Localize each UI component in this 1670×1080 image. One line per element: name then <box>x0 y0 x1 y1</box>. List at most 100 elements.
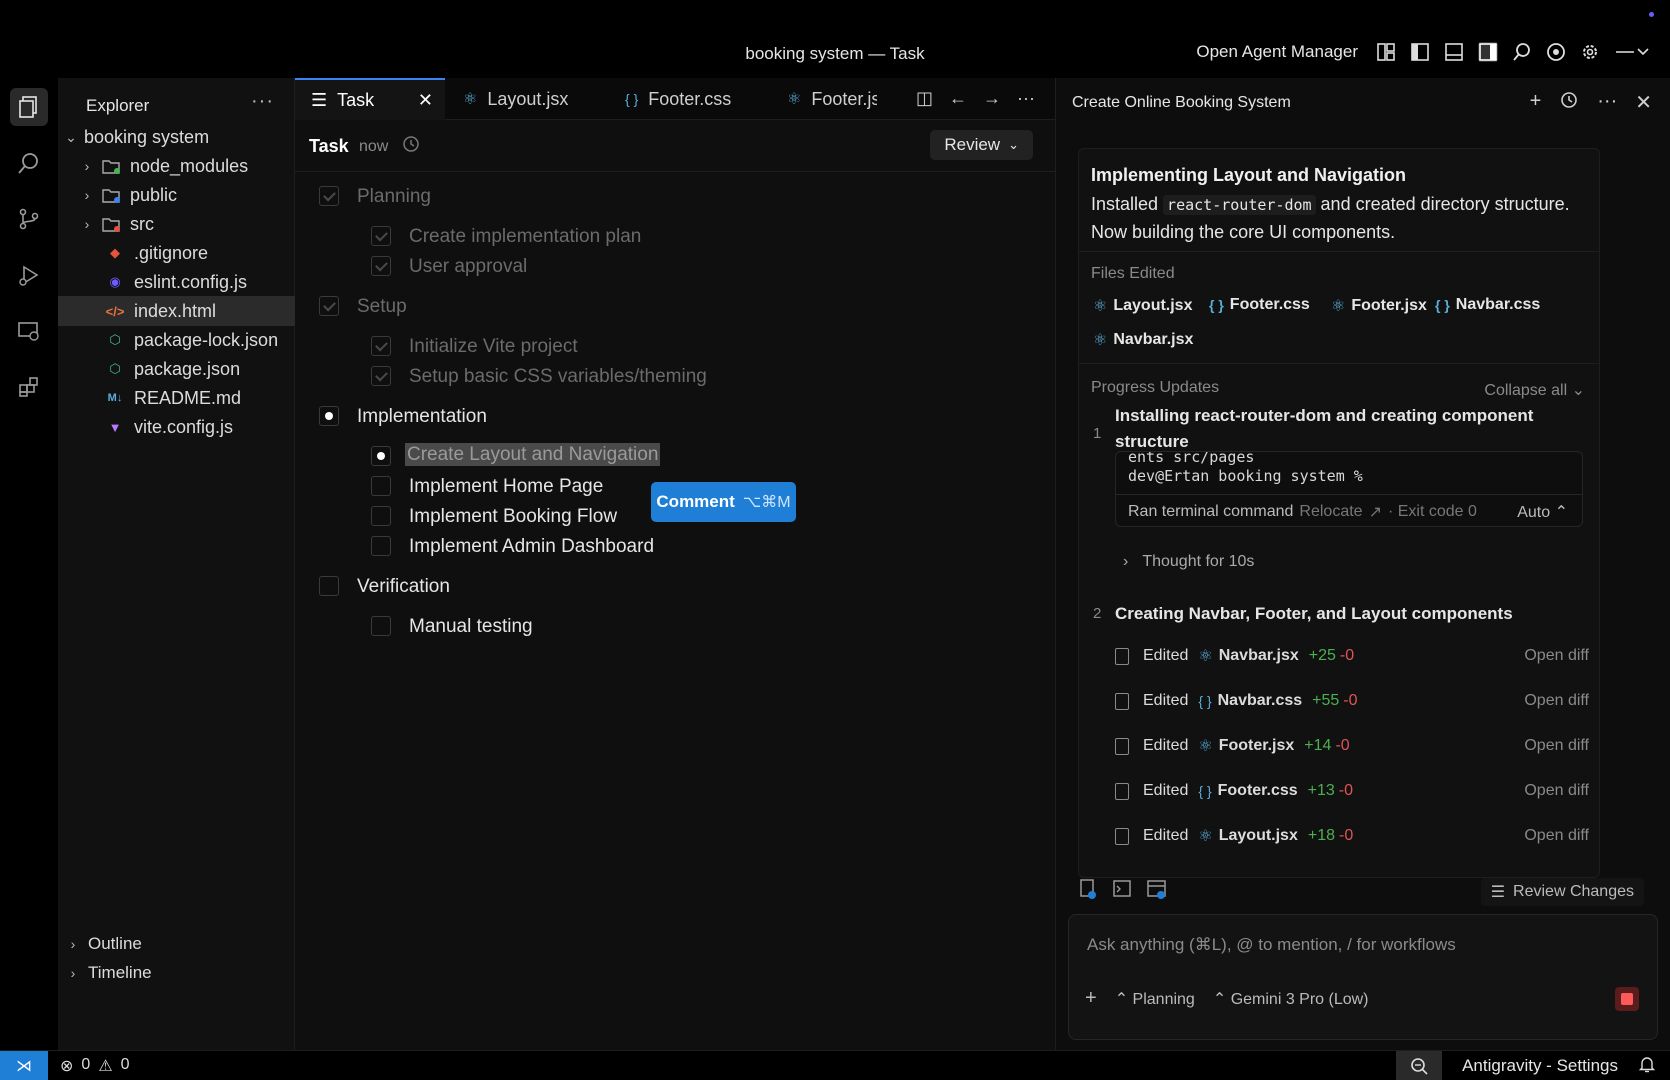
plus-icon[interactable]: + <box>1530 90 1542 116</box>
tree-folder-public[interactable]: › public <box>58 180 295 210</box>
tab-footer-jsx[interactable]: ⚛ Footer.js <box>771 78 877 120</box>
external-link-icon[interactable]: ↗ <box>1369 502 1382 522</box>
tree-file-package-lock[interactable]: ⬡ package-lock.json <box>58 325 295 355</box>
run-debug-icon[interactable] <box>10 256 48 294</box>
arrow-right-icon[interactable]: → <box>983 88 1001 109</box>
collapse-all-button[interactable]: Collapse all ⌄ <box>1484 380 1585 400</box>
search-icon[interactable] <box>1512 42 1532 62</box>
checkbox-implementation[interactable] <box>319 406 339 426</box>
checkbox-init-vite[interactable] <box>371 336 391 356</box>
timeline-section[interactable]: › Timeline <box>66 963 152 983</box>
card-description: Installed react-router-dom and created d… <box>1091 194 1570 242</box>
checkbox-admin-dashboard[interactable] <box>371 536 391 556</box>
remote-indicator[interactable]: ⋊ <box>0 1051 48 1080</box>
tree-file-index-html[interactable]: </> index.html <box>58 296 295 326</box>
chat-input-box[interactable]: Ask anything (⌘L), @ to mention, / for w… <box>1068 914 1658 1040</box>
file-chip[interactable]: ⚛ Layout.jsx <box>1093 296 1192 316</box>
extensions-icon[interactable] <box>10 368 48 406</box>
task-item: Create implementation plan <box>409 226 642 247</box>
outline-section[interactable]: › Outline <box>66 934 142 954</box>
file-chip[interactable]: { } Navbar.css <box>1435 296 1540 314</box>
comment-button[interactable]: Comment ⌥⌘M <box>651 482 796 522</box>
relocate-link[interactable]: Relocate <box>1299 503 1362 521</box>
tree-file-package-json[interactable]: ⬡ package.json <box>58 354 295 384</box>
browser-icon[interactable] <box>1546 42 1566 62</box>
chevron-up-icon: ⌃ <box>1114 990 1129 1008</box>
checkbox-user-approval[interactable] <box>371 256 391 276</box>
checkbox-planning[interactable] <box>319 186 339 206</box>
checkbox-home-page[interactable] <box>371 476 391 496</box>
tree-file-readme[interactable]: M↓ README.md <box>58 383 295 413</box>
plus-icon[interactable]: + <box>1085 987 1097 1010</box>
source-control-icon[interactable] <box>10 200 48 238</box>
tree-folder-node-modules[interactable]: › node_modules <box>58 151 295 181</box>
checkbox-setup[interactable] <box>319 296 339 316</box>
tree-root-booking-system[interactable]: ⌄ booking system <box>58 122 295 152</box>
tree-folder-src[interactable]: › src <box>58 209 295 239</box>
mode-selector[interactable]: ⌃ Planning <box>1115 989 1195 1009</box>
task-item: Initialize Vite project <box>409 336 578 357</box>
open-diff-button[interactable]: Open diff <box>1524 647 1589 665</box>
bell-icon[interactable] <box>1638 1055 1656 1078</box>
review-changes-button[interactable]: ☰ Review Changes <box>1480 878 1644 906</box>
tree-file-vite-config[interactable]: ▼ vite.config.js <box>58 412 295 442</box>
explorer-more-button[interactable]: ··· <box>251 90 274 113</box>
open-diff-button[interactable]: Open diff <box>1524 782 1589 800</box>
step-title: Installing react-router-dom and creating… <box>1115 406 1534 451</box>
account-menu-icon[interactable] <box>1614 42 1650 62</box>
zoom-icon[interactable] <box>1396 1051 1443 1080</box>
close-icon[interactable]: ✕ <box>1635 90 1652 116</box>
react-icon: ⚛ <box>1198 828 1213 845</box>
history-icon[interactable] <box>401 134 421 159</box>
toggle-panel-icon[interactable] <box>1444 42 1464 62</box>
tab-layout-jsx[interactable]: ⚛ Layout.jsx <box>447 78 607 120</box>
checkbox-booking-flow[interactable] <box>371 506 391 526</box>
react-icon: ⚛ <box>1093 298 1108 315</box>
thought-toggle[interactable]: › Thought for 10s <box>1123 553 1254 571</box>
checkbox-layout-nav[interactable] <box>371 446 391 466</box>
tree-file-gitignore[interactable]: ◆ .gitignore <box>58 238 295 268</box>
gear-icon[interactable] <box>1580 42 1600 62</box>
file-chip[interactable]: ⚛ Navbar.jsx <box>1093 330 1193 350</box>
stop-button[interactable] <box>1615 987 1639 1011</box>
open-diff-button[interactable]: Open diff <box>1524 692 1589 710</box>
layout-grid-icon[interactable] <box>1376 42 1396 62</box>
task-title: Task <box>309 136 349 156</box>
chat-input-placeholder[interactable]: Ask anything (⌘L), @ to mention, / for w… <box>1087 935 1456 955</box>
tree-file-eslint-config[interactable]: ◉ eslint.config.js <box>58 267 295 297</box>
explorer-icon[interactable] <box>10 88 48 126</box>
toggle-secondary-sidebar-icon[interactable] <box>1478 42 1498 62</box>
open-agent-manager-button[interactable]: Open Agent Manager <box>1196 42 1358 62</box>
more-icon[interactable]: ··· <box>1597 90 1617 116</box>
auto-dropdown[interactable]: Auto ⌃ <box>1517 502 1568 522</box>
more-icon[interactable]: ··· <box>1017 88 1035 109</box>
problems-indicator[interactable]: ⊗ 0 ⚠ 0 <box>60 1056 130 1076</box>
tab-task[interactable]: ☰ Task ✕ <box>295 78 445 120</box>
chevron-down-icon: ⌄ <box>1008 137 1019 152</box>
checkbox-manual-testing[interactable] <box>371 616 391 636</box>
review-button[interactable]: Review ⌄ <box>930 130 1033 160</box>
close-icon[interactable]: ✕ <box>418 90 433 111</box>
react-icon: ⚛ <box>463 91 478 108</box>
remote-explorer-icon[interactable] <box>10 312 48 350</box>
browser-context-icon[interactable] <box>1146 878 1168 905</box>
terminal-icon[interactable] <box>1112 878 1132 905</box>
history-icon[interactable] <box>1559 90 1579 116</box>
split-editor-icon[interactable]: ◫ <box>916 88 933 109</box>
toggle-primary-sidebar-icon[interactable] <box>1410 42 1430 62</box>
file-context-icon[interactable] <box>1078 878 1098 905</box>
model-selector[interactable]: ⌃ Gemini 3 Pro (Low) <box>1213 989 1369 1009</box>
eslint-icon: ◉ <box>109 274 121 289</box>
file-chip[interactable]: ⚛ Footer.jsx <box>1331 296 1427 316</box>
task-item: Implement Booking Flow <box>409 506 618 527</box>
open-diff-button[interactable]: Open diff <box>1524 827 1589 845</box>
file-chip[interactable]: { } Footer.css <box>1209 296 1310 314</box>
tab-footer-css[interactable]: { } Footer.css <box>609 78 769 120</box>
checkbox-create-plan[interactable] <box>371 226 391 246</box>
settings-status-item[interactable]: Antigravity - Settings <box>1462 1056 1618 1076</box>
checkbox-css-vars[interactable] <box>371 366 391 386</box>
arrow-left-icon[interactable]: ← <box>949 88 967 109</box>
checkbox-verification[interactable] <box>319 576 339 596</box>
open-diff-button[interactable]: Open diff <box>1524 737 1589 755</box>
search-icon[interactable] <box>10 144 48 182</box>
